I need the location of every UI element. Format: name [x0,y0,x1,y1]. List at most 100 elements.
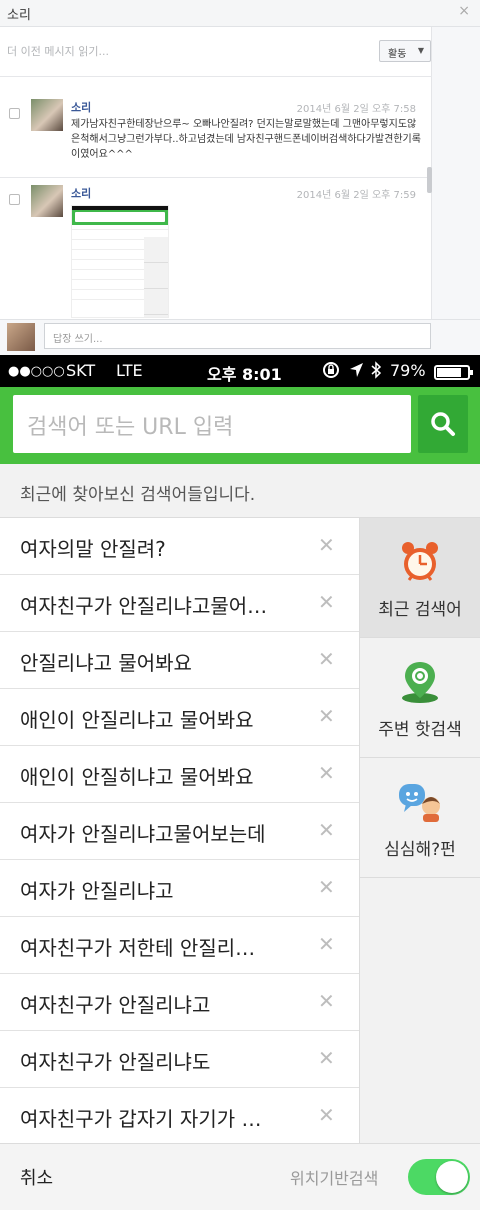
search-icon [431,412,455,436]
tab-label: 주변 핫검색 [378,720,462,740]
recent-search-row[interactable]: 여자가 안질리냐고 ✕ [0,860,359,917]
cancel-button[interactable]: 취소 [20,1164,53,1190]
chat-title: 소리 [7,8,31,23]
recent-keyword: 애인이 안질리냐고 물어봐요 [20,708,254,732]
older-messages-link[interactable]: 더 이전 메시지 읽기... [7,43,109,59]
thumb-row [72,280,144,290]
message-checkbox[interactable] [9,108,20,119]
recent-search-row[interactable]: 여자의말 안질려? ✕ [0,518,359,575]
sender-name[interactable]: 소리 [71,185,91,201]
divider [0,177,432,178]
avatar [31,99,63,131]
scrollbar[interactable] [427,167,432,193]
avatar [31,185,63,217]
tab-bored-fun[interactable]: 심심해?펀 [360,758,480,878]
message-time: 2014년 6월 2일 오후 7:58 [296,104,416,115]
message-checkbox[interactable] [9,194,20,205]
recent-keyword: 여자친구가 안질리냐고물어… [20,594,268,618]
message-time: 2014년 6월 2일 오후 7:59 [296,190,416,201]
action-dropdown[interactable]: 활동 ▼ [379,40,431,62]
chat-panel: 더 이전 메시지 읽기... 활동 ▼ 소리 2014년 6월 2일 오후 7:… [0,27,432,345]
rotation-lock-icon [322,361,340,383]
caret-down-icon: ▼ [417,46,424,55]
bottom-bar: 취소 위치기반검색 [0,1143,480,1210]
messenger-window: 소리 × 더 이전 메시지 읽기... 활동 ▼ 소리 2014년 6월 2일 … [0,0,480,355]
carrier-name: SKT [66,361,96,380]
thumb-row [72,250,144,260]
ios-status-bar: ●●○○○ SKT LTE 오후 8:01 79% [0,355,480,387]
location-search-toggle[interactable] [408,1159,470,1195]
message-text: 제가남자친구한테장난으루~ 오빠나안질려? 던지는말로말했는데 그맨아무렇지도않… [71,119,421,160]
recent-search-row[interactable]: 여자친구가 안질리냐고 ✕ [0,974,359,1031]
search-bar: 검색어 또는 URL 입력 [0,387,480,464]
delete-icon[interactable]: ✕ [318,590,335,614]
thumb-search-box [75,212,165,222]
thumb-searchbar [72,210,168,225]
location-search-label: 위치기반검색 [290,1169,379,1188]
delete-icon[interactable]: ✕ [318,932,335,956]
reply-bar: 답장 쓰기... [0,319,480,353]
toggle-knob [436,1161,468,1193]
battery-icon [434,365,473,380]
delete-icon[interactable]: ✕ [318,704,335,728]
network-type: LTE [116,361,143,380]
bluetooth-icon [370,361,382,383]
recent-search-row[interactable]: 여자친구가 안질리냐고물어… ✕ [0,575,359,632]
delete-icon[interactable]: ✕ [318,989,335,1013]
recent-search-row[interactable]: 여자친구가 갑자기 자기가 … ✕ [0,1088,359,1145]
recent-keyword: 안질리냐고 물어봐요 [20,651,192,675]
map-pin-icon [402,662,438,703]
recent-search-row[interactable]: 애인이 안질히냐고 물어봐요 ✕ [0,746,359,803]
thumb-row [72,270,144,280]
recent-keyword: 여자친구가 저한테 안질리… [20,936,256,960]
thumb-row [72,290,144,300]
sender-name[interactable]: 소리 [71,99,91,115]
signal-strength: ●●○○○ [8,364,65,379]
delete-icon[interactable]: ✕ [318,533,335,557]
recent-keyword: 여자친구가 안질리냐고 [20,993,211,1017]
screenshot-thumbnail[interactable] [71,205,169,318]
recent-search-row[interactable]: 안질리냐고 물어봐요 ✕ [0,632,359,689]
tab-recent-search[interactable]: 최근 검색어 [360,518,480,638]
close-icon[interactable]: × [458,3,470,19]
delete-icon[interactable]: ✕ [318,761,335,785]
delete-icon[interactable]: ✕ [318,818,335,842]
my-avatar [7,323,35,351]
reply-input[interactable]: 답장 쓰기... [44,323,431,349]
recent-search-row[interactable]: 애인이 안질리냐고 물어봐요 ✕ [0,689,359,746]
delete-icon[interactable]: ✕ [318,1046,335,1070]
recent-keyword: 여자친구가 갑자기 자기가 … [20,1107,262,1131]
tab-nearby-hot[interactable]: 주변 핫검색 [360,638,480,758]
action-label: 활동 [388,49,407,60]
location-arrow-icon [348,361,364,383]
chat-titlebar: 소리 × [0,0,480,27]
search-app-screen: ●●○○○ SKT LTE 오후 8:01 79% 검색어 또는 URL 입력 … [0,355,480,1210]
alarm-clock-icon [402,542,438,581]
thumb-row [72,260,144,270]
thumb-row [72,240,144,250]
divider [0,76,432,77]
search-button[interactable] [418,395,468,453]
recent-hint-text: 최근에 찾아보신 검색어들입니다. [0,464,480,518]
tab-label: 심심해?펀 [384,840,456,860]
thumb-row [72,230,144,240]
delete-icon[interactable]: ✕ [318,1103,335,1127]
recent-keyword: 여자친구가 안질리냐도 [20,1050,211,1074]
delete-icon[interactable]: ✕ [318,647,335,671]
battery-level [437,368,461,377]
recent-keyword: 여자의말 안질려? [20,537,166,561]
recent-keyword: 애인이 안질히냐고 물어봐요 [20,765,254,789]
chat-face-icon [399,784,440,822]
side-tab-bar: 최근 검색어 주변 핫검색 심심해?펀 [359,518,480,1199]
recent-search-row[interactable]: 여자가 안질리냐고물어보는데 ✕ [0,803,359,860]
delete-icon[interactable]: ✕ [318,875,335,899]
clock: 오후 8:01 [207,365,282,384]
search-input[interactable]: 검색어 또는 URL 입력 [13,395,411,453]
recent-keyword: 여자가 안질리냐고물어보는데 [20,822,266,846]
recent-search-row[interactable]: 여자친구가 안질리냐도 ✕ [0,1031,359,1088]
recent-search-row[interactable]: 여자친구가 저한테 안질리… ✕ [0,917,359,974]
thumb-sidebar [144,237,168,317]
tab-label: 최근 검색어 [378,600,462,620]
recent-keyword: 여자가 안질리냐고 [20,879,174,903]
recent-search-list: 여자의말 안질려? ✕ 여자친구가 안질리냐고물어… ✕ 안질리냐고 물어봐요 ✕ 애인이 … [0,518,359,1145]
